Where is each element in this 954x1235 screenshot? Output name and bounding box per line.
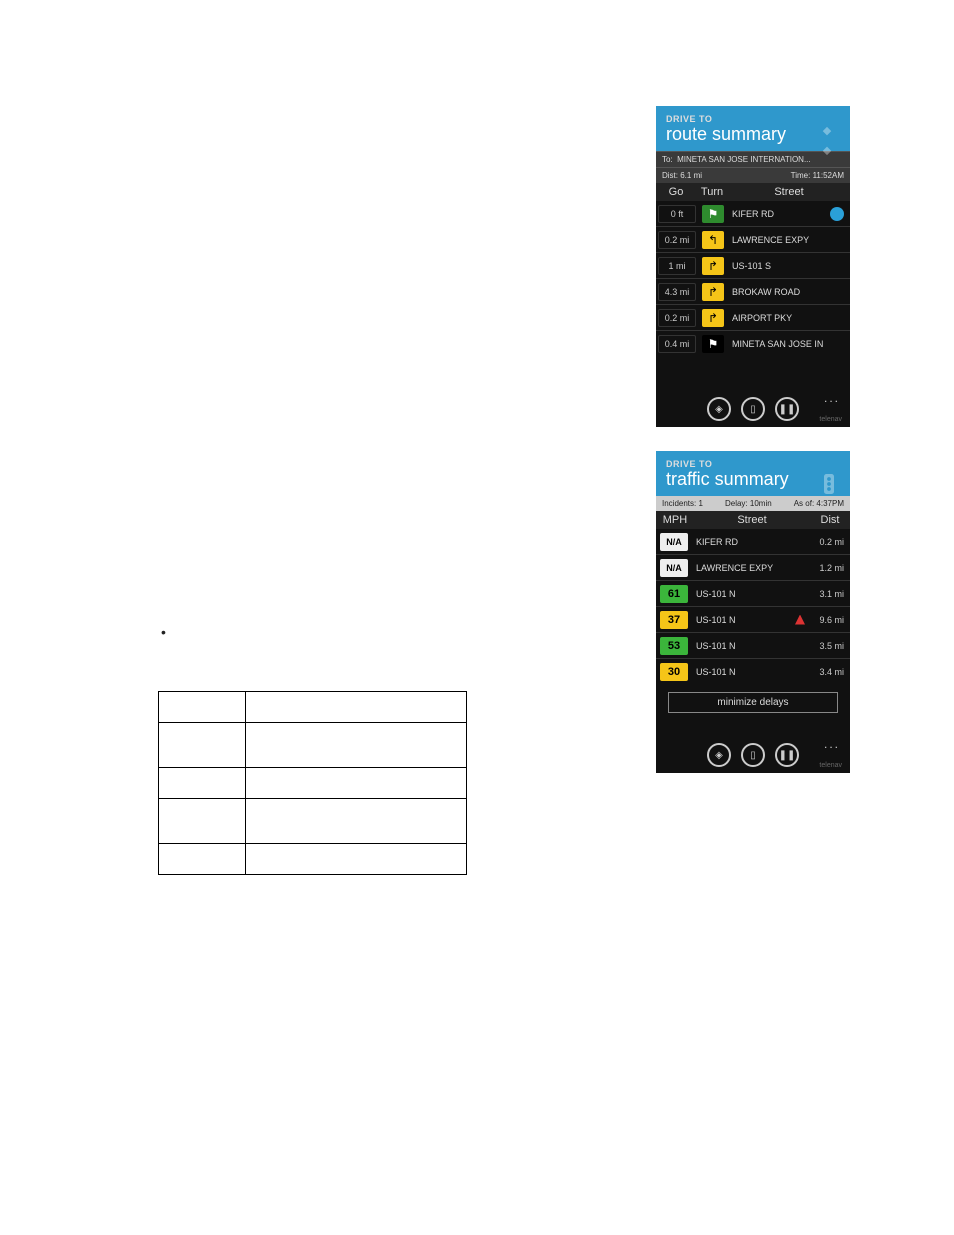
- table-cell: [159, 692, 246, 723]
- traffic-light-icon: [814, 469, 844, 499]
- route-columns: Go Turn Street: [656, 183, 850, 201]
- info-badge-icon: [830, 207, 844, 221]
- street-name: US-101 N: [692, 641, 808, 651]
- list-icon[interactable]: ▯: [741, 397, 765, 421]
- street-name: LAWRENCE EXPY: [728, 235, 850, 245]
- table-row[interactable]: 61 US-101 N 3.1 mi: [656, 581, 850, 607]
- street-name: KIFER RD: [692, 537, 808, 547]
- nav-icon[interactable]: ◈: [707, 397, 731, 421]
- street-name: US-101 N: [692, 589, 808, 599]
- col-street: Street: [694, 511, 810, 529]
- route-header: DRIVE TO route summary: [656, 106, 850, 151]
- table-row[interactable]: N/A LAWRENCE EXPY 1.2 mi: [656, 555, 850, 581]
- street-name: KIFER RD: [728, 209, 830, 219]
- table-cell: [159, 723, 246, 768]
- col-go: Go: [656, 183, 696, 201]
- street-name: US-101 S: [728, 261, 850, 271]
- dist-value: 3.1 mi: [808, 589, 850, 599]
- dist-value: 0.2 mi: [808, 537, 850, 547]
- turn-icon: ⚑: [702, 205, 724, 223]
- brand-label: telenav: [819, 762, 842, 769]
- table-row[interactable]: 30 US-101 N 3.4 mi: [656, 659, 850, 684]
- turn-icon: ↱: [702, 257, 724, 275]
- table-cell: [246, 692, 467, 723]
- legend-table: [158, 691, 467, 875]
- table-row[interactable]: 0.4 mi ⚑ MINETA SAN JOSE IN: [656, 331, 850, 356]
- col-street: Street: [728, 183, 850, 201]
- table-row[interactable]: 37 US-101 N 9.6 mi: [656, 607, 850, 633]
- nav-icon[interactable]: ◈: [707, 743, 731, 767]
- table-row[interactable]: 1 mi ↱ US-101 S: [656, 253, 850, 279]
- mph-value: 37: [660, 611, 688, 629]
- table-cell: [246, 799, 467, 844]
- table-cell: [159, 844, 246, 875]
- dist-value: 1.2 mi: [808, 563, 850, 573]
- incident-alert-icon: [795, 615, 805, 625]
- pause-icon[interactable]: ❚❚: [775, 743, 799, 767]
- turn-icon: ↱: [702, 309, 724, 327]
- table-cell: [159, 768, 246, 799]
- traffic-summary-screenshot: DRIVE TO traffic summary Incidents: 1 De…: [656, 451, 850, 773]
- mph-value: 30: [660, 663, 688, 681]
- go-value: 0 ft: [658, 205, 696, 223]
- table-cell: [246, 768, 467, 799]
- route-meta-2: Dist: 6.1 mi Time: 11:52AM: [656, 167, 850, 183]
- col-dist: Dist: [810, 511, 850, 529]
- table-cell: [159, 799, 246, 844]
- col-turn: Turn: [696, 183, 728, 201]
- compass-icon: [810, 124, 844, 158]
- pause-icon[interactable]: ❚❚: [775, 397, 799, 421]
- table-cell: [246, 723, 467, 768]
- mph-value: 53: [660, 637, 688, 655]
- go-value: 4.3 mi: [658, 283, 696, 301]
- table-cell: [246, 844, 467, 875]
- traffic-header: DRIVE TO traffic summary: [656, 451, 850, 496]
- col-mph: MPH: [656, 511, 694, 529]
- turn-icon: ⚑: [702, 335, 724, 353]
- table-row[interactable]: 0.2 mi ↰ LAWRENCE EXPY: [656, 227, 850, 253]
- table-row[interactable]: 53 US-101 N 3.5 mi: [656, 633, 850, 659]
- turn-icon: ↱: [702, 283, 724, 301]
- street-name: AIRPORT PKY: [728, 313, 850, 323]
- dist-value: 3.5 mi: [808, 641, 850, 651]
- table-row[interactable]: 4.3 mi ↱ BROKAW ROAD: [656, 279, 850, 305]
- dist-value: 3.4 mi: [808, 667, 850, 677]
- dist-value: 9.6 mi: [808, 615, 850, 625]
- brand-label: telenav: [819, 416, 842, 423]
- minimize-delays-button[interactable]: minimize delays: [668, 692, 838, 713]
- drive-to-label: DRIVE TO: [666, 114, 840, 124]
- go-value: 0.4 mi: [658, 335, 696, 353]
- traffic-columns: MPH Street Dist: [656, 511, 850, 529]
- bullet: •: [161, 624, 166, 640]
- mph-value: 61: [660, 585, 688, 603]
- street-name: MINETA SAN JOSE IN: [728, 339, 850, 349]
- turn-icon: ↰: [702, 231, 724, 249]
- street-name: LAWRENCE EXPY: [692, 563, 808, 573]
- mph-value: N/A: [660, 533, 688, 551]
- list-icon[interactable]: ▯: [741, 743, 765, 767]
- street-name: BROKAW ROAD: [728, 287, 850, 297]
- go-value: 0.2 mi: [658, 309, 696, 327]
- table-row[interactable]: 0 ft ⚑ KIFER RD: [656, 201, 850, 227]
- table-row[interactable]: 0.2 mi ↱ AIRPORT PKY: [656, 305, 850, 331]
- go-value: 0.2 mi: [658, 231, 696, 249]
- drive-to-label: DRIVE TO: [666, 459, 840, 469]
- street-name: US-101 N: [692, 615, 795, 625]
- route-summary-screenshot: DRIVE TO route summary To: MINETA SAN JO…: [656, 106, 850, 427]
- table-row[interactable]: N/A KIFER RD 0.2 mi: [656, 529, 850, 555]
- mph-value: N/A: [660, 559, 688, 577]
- go-value: 1 mi: [658, 257, 696, 275]
- street-name: US-101 N: [692, 667, 808, 677]
